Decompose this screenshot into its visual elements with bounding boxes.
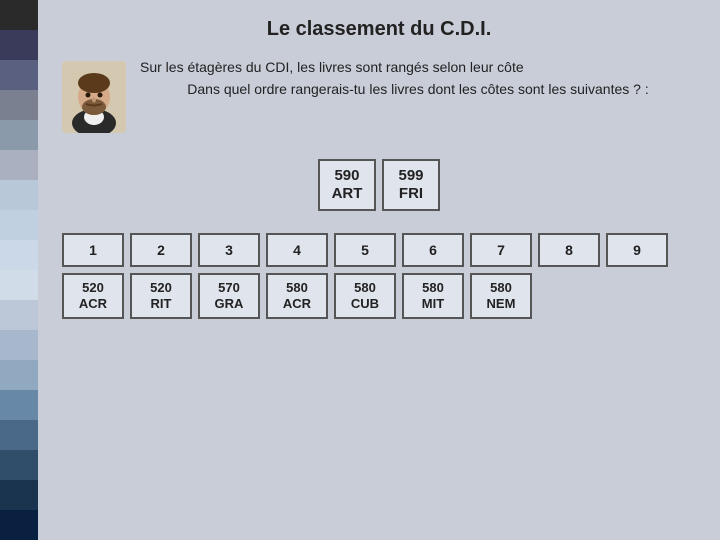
subtitle-line2: Dans quel ordre rangerais-tu les livres … bbox=[140, 81, 696, 97]
order-num-7: 7 bbox=[470, 233, 532, 267]
order-num-2: 2 bbox=[130, 233, 192, 267]
order-num-5: 5 bbox=[334, 233, 396, 267]
order-num-1: 1 bbox=[62, 233, 124, 267]
book-card-7: 580NEM bbox=[470, 273, 532, 319]
order-num-6: 6 bbox=[402, 233, 464, 267]
book-card-4: 580ACR bbox=[266, 273, 328, 319]
book-card-9 bbox=[606, 273, 668, 319]
left-color-strip bbox=[0, 0, 38, 540]
book-card-6: 580MIT bbox=[402, 273, 464, 319]
main-content: Le classement du C.D.I. Sur l bbox=[38, 0, 720, 540]
example-card-2: 599FRI bbox=[382, 159, 440, 211]
book-card-2: 520RIT bbox=[130, 273, 192, 319]
order-num-8: 8 bbox=[538, 233, 600, 267]
order-num-4: 4 bbox=[266, 233, 328, 267]
text-block: Sur les étagères du CDI, les livres sont… bbox=[140, 59, 696, 97]
book-card-1: 520ACR bbox=[62, 273, 124, 319]
book-card-3: 570GRA bbox=[198, 273, 260, 319]
example-card-1: 590ART bbox=[318, 159, 376, 211]
order-numbers-row: 1 2 3 4 5 6 7 8 9 bbox=[62, 233, 696, 267]
order-num-9: 9 bbox=[606, 233, 668, 267]
book-card-5: 580CUB bbox=[334, 273, 396, 319]
order-books-row: 520ACR 520RIT 570GRA 580ACR 580CUB 580MI… bbox=[62, 273, 696, 319]
order-num-3: 3 bbox=[198, 233, 260, 267]
page-title: Le classement du C.D.I. bbox=[267, 18, 492, 41]
book-card-8 bbox=[538, 273, 600, 319]
ordering-section: 1 2 3 4 5 6 7 8 9 520ACR 520RIT 570GRA 5… bbox=[62, 233, 696, 319]
subtitle-section: Sur les étagères du CDI, les livres sont… bbox=[62, 59, 696, 133]
example-cards: 590ART 599FRI bbox=[318, 159, 440, 211]
avatar bbox=[62, 61, 126, 133]
subtitle-line1: Sur les étagères du CDI, les livres sont… bbox=[140, 59, 696, 75]
